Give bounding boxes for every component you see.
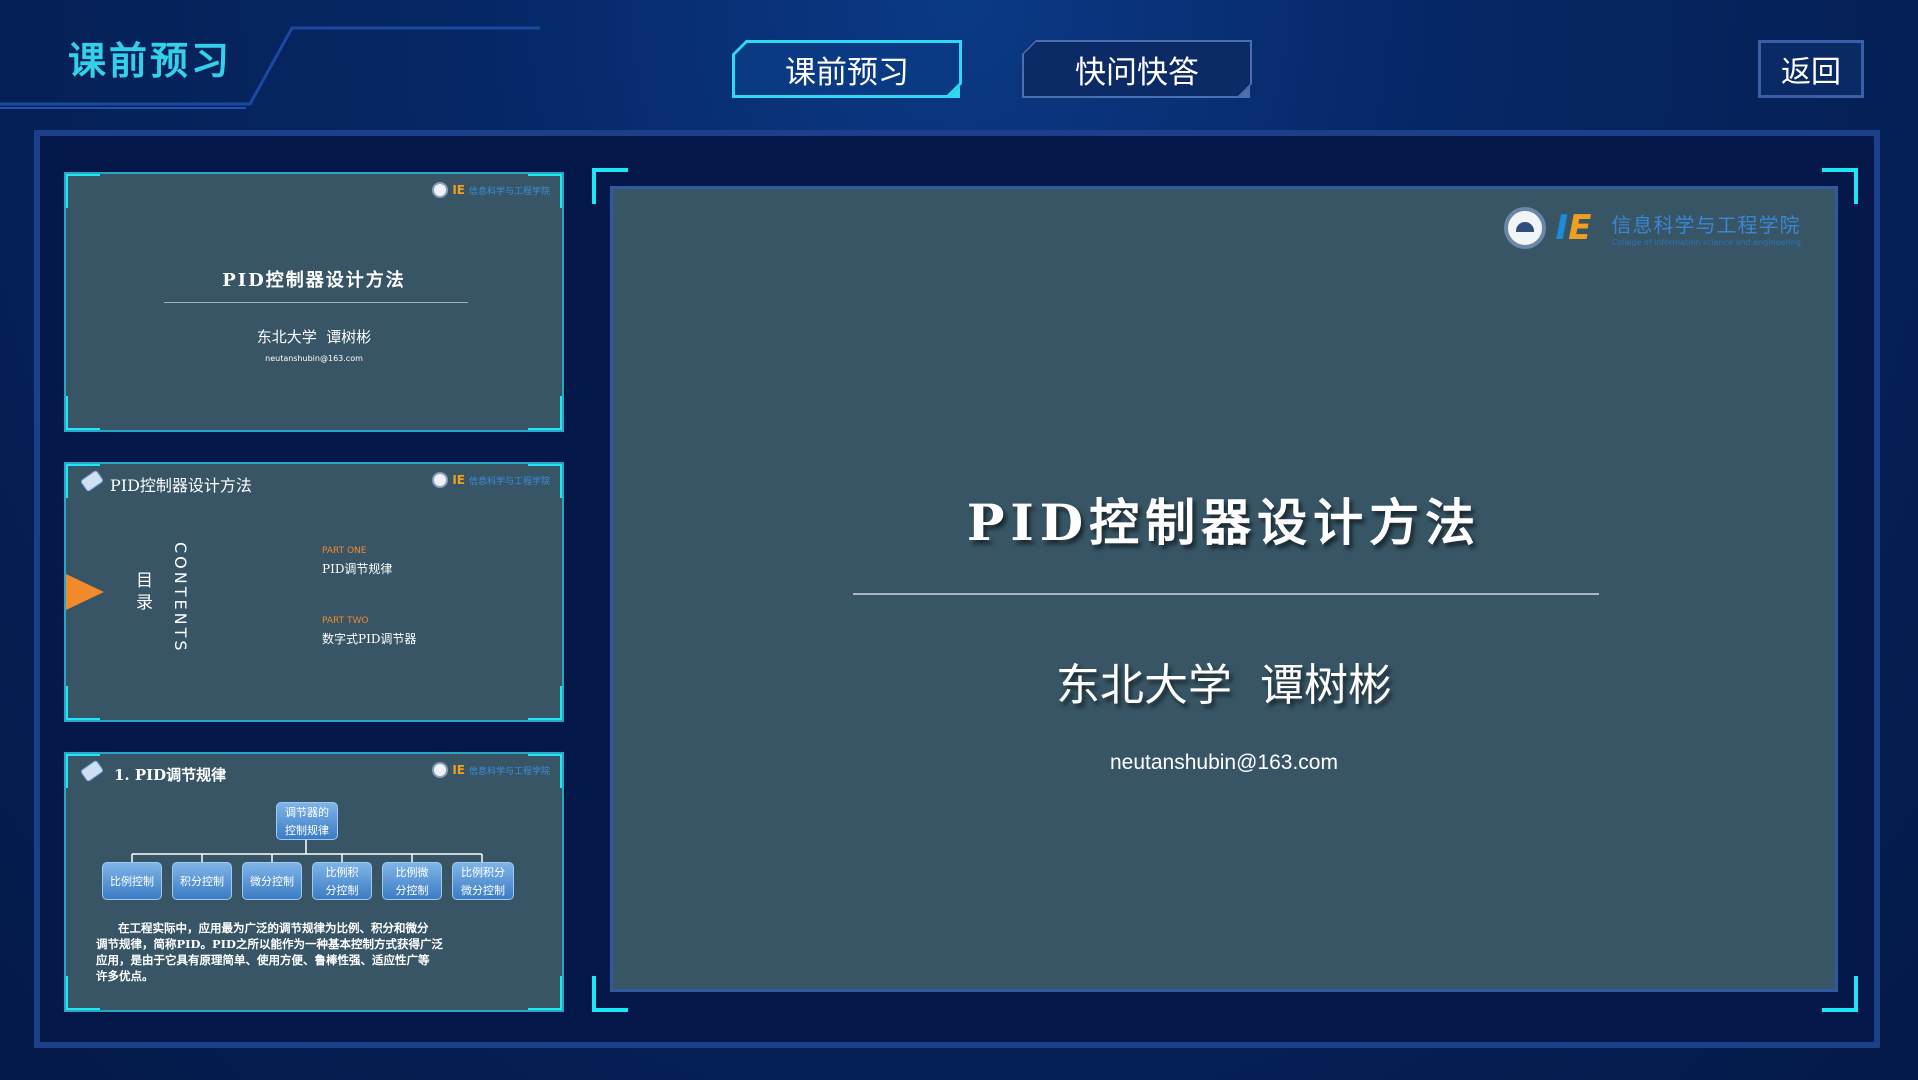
- school-name-en: College of information science and engin…: [1611, 238, 1801, 247]
- thumb3-paragraph: 在工程实际中，应用最为广泛的调节规律为比例、积分和微分 调节规律，简称PID。P…: [96, 921, 443, 983]
- ie-logo-icon: IE: [452, 473, 465, 487]
- university-seal-icon: [1503, 207, 1546, 249]
- ie-logo-icon: IE: [452, 183, 465, 197]
- org-node: 比例控制: [102, 862, 162, 900]
- part-one-title: PID调节规律: [322, 562, 393, 576]
- back-button-label: 返回: [1781, 55, 1841, 90]
- org-node: 比例积分 微分控制: [452, 862, 514, 900]
- org-node: 比例微 分控制: [382, 862, 442, 900]
- org-node: 比例积 分控制: [312, 862, 372, 900]
- school-name-cn: 信息科学与工程学院: [1611, 213, 1801, 237]
- main-slide-author: 东北大学 谭树彬: [1056, 660, 1392, 711]
- part-one-label: PART ONE: [322, 546, 367, 556]
- main-slide-title: PID控制器设计方法: [966, 493, 1482, 552]
- org-root-node: 调节器的 控制规律: [276, 802, 338, 840]
- thumb1-author: 东北大学 谭树彬: [256, 328, 372, 346]
- contents-en: CONTENTS: [171, 542, 190, 654]
- tab-quiz[interactable]: 快问快答: [1022, 40, 1252, 98]
- school-logo: IE 信息科学与工程学院 College of information scie…: [1503, 207, 1801, 249]
- university-seal-icon: [432, 472, 449, 488]
- thumb1-email: neutanshubin@163.com: [265, 354, 363, 363]
- slide-thumbnail-1[interactable]: IE 信息科学与工程学院 PID控制器设计方法 东北大学 谭树彬 neutans…: [64, 172, 564, 432]
- main-slide-email: neutanshubin@163.com: [1110, 751, 1338, 774]
- ie-logo-icon: IE: [1555, 208, 1592, 248]
- main-slide-preview: IE 信息科学与工程学院 College of information scie…: [610, 186, 1838, 992]
- org-node: 微分控制: [242, 862, 302, 900]
- thumb2-header: PID控制器设计方法: [110, 476, 252, 495]
- slide-thumbnail-3[interactable]: 1. PID调节规律 IE 信息科学与工程学院 调节器的 控制规律 比例控制 积分…: [64, 752, 564, 1012]
- tab-quiz-corner: [1238, 86, 1250, 98]
- part-two-title: 数字式PID调节器: [322, 632, 417, 646]
- school-logo: IE 信息科学与工程学院: [432, 182, 550, 198]
- slide-thumbnail-2[interactable]: PID控制器设计方法 IE 信息科学与工程学院 目录 CONTENTS PART…: [64, 462, 564, 722]
- page-title: 课前预习: [68, 39, 233, 83]
- main-slide-divider: [853, 593, 1599, 595]
- contents-cn: 目录: [136, 571, 153, 613]
- thumb1-divider: [164, 302, 468, 303]
- current-slide-arrow-icon: [66, 574, 104, 610]
- tab-preview-label: 课前预习: [785, 54, 909, 91]
- tab-preview[interactable]: 课前预习: [732, 40, 962, 98]
- org-node: 积分控制: [172, 862, 232, 900]
- back-button[interactable]: 返回: [1758, 40, 1864, 98]
- part-two-label: PART TWO: [322, 616, 369, 626]
- school-name: 信息科学与工程学院: [468, 476, 550, 487]
- thumb1-title: PID控制器设计方法: [222, 270, 406, 291]
- tab-quiz-label: 快问快答: [1075, 54, 1199, 91]
- tab-preview-corner: [948, 86, 960, 98]
- school-name: 信息科学与工程学院: [468, 186, 550, 197]
- university-seal-icon: [432, 182, 449, 198]
- school-logo: IE 信息科学与工程学院: [432, 472, 550, 488]
